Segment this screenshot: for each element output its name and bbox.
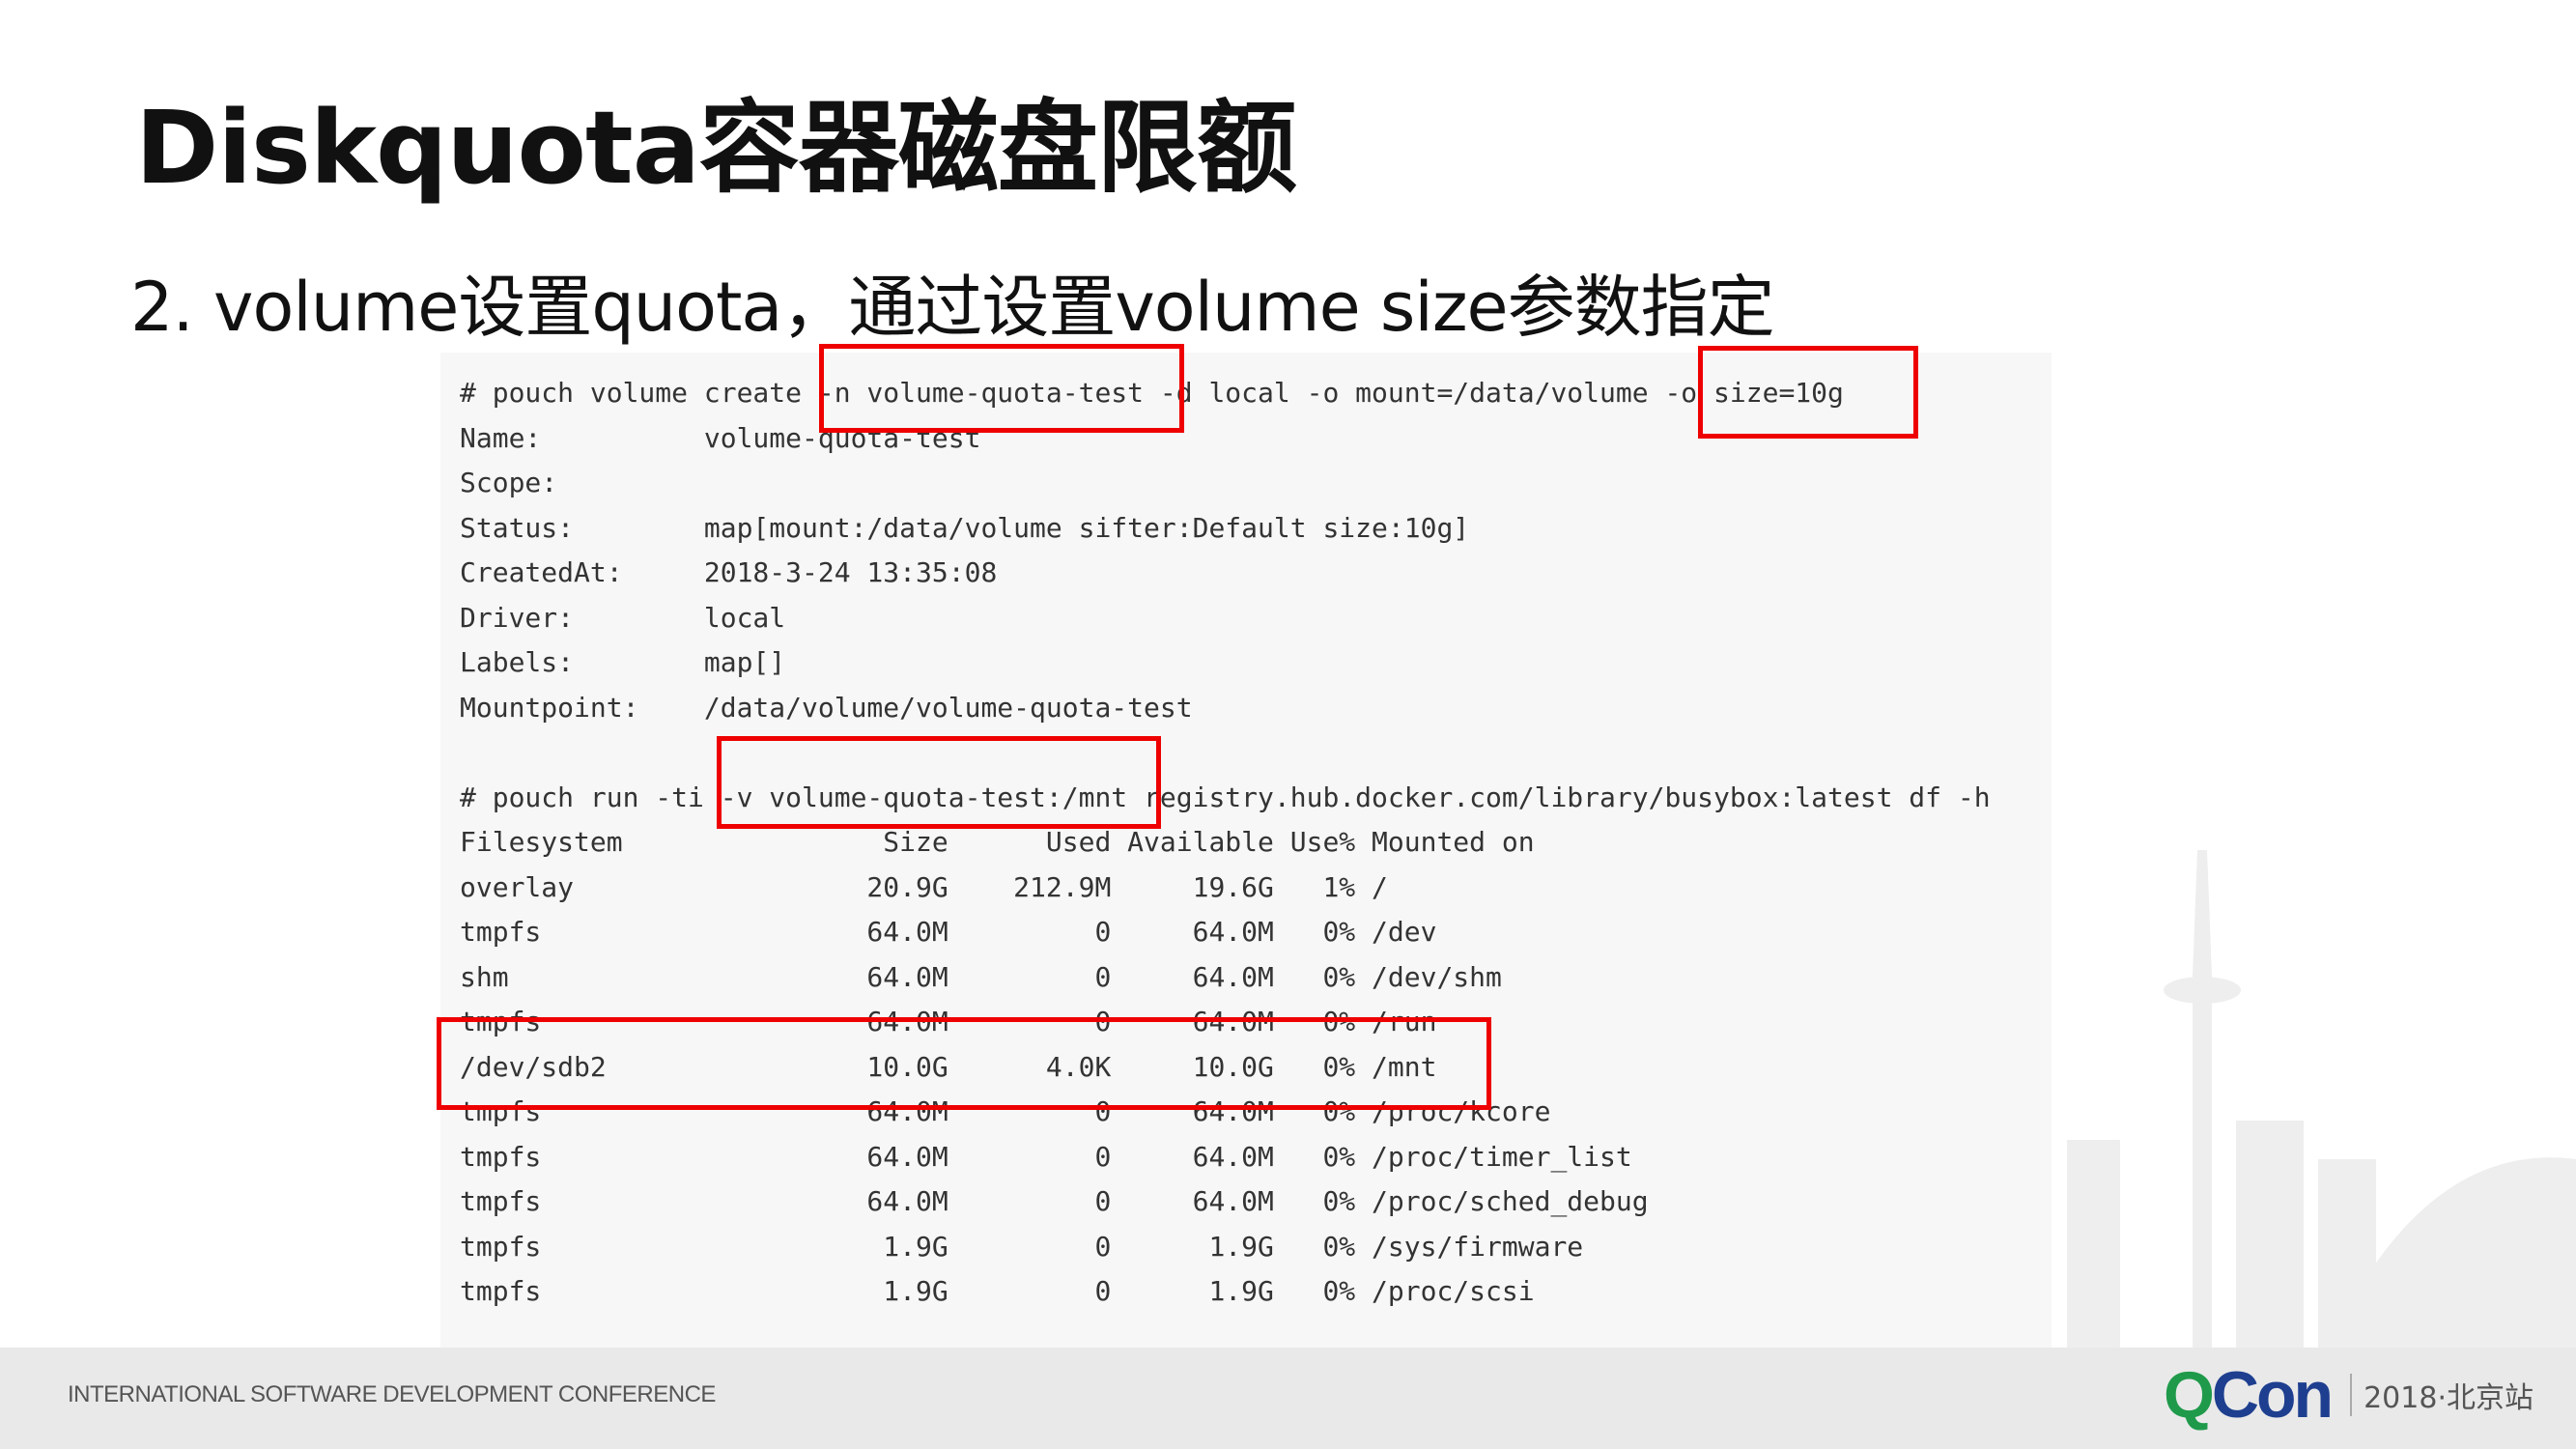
event-label: 2018·北京站 [2350, 1374, 2534, 1416]
terminal-line: Driver: local [460, 601, 786, 634]
city-skyline-icon [2009, 850, 2576, 1348]
footer-bar: INTERNATIONAL SOFTWARE DEVELOPMENT CONFE… [0, 1348, 2576, 1449]
highlight-volume-mount-flag [717, 736, 1161, 829]
df-row: tmpfs 1.9G 0 1.9G 0% /sys/firmware [460, 1230, 1584, 1263]
terminal-line: Status: map[mount:/data/volume sifter:De… [460, 511, 1470, 544]
terminal-line: CreatedAt: 2018-3-24 13:35:08 [460, 556, 998, 588]
conference-name: INTERNATIONAL SOFTWARE DEVELOPMENT CONFE… [68, 1381, 716, 1407]
qcon-logo: Q Con 2018·北京站 [2164, 1358, 2534, 1432]
terminal-line: Scope: [460, 467, 558, 498]
df-row: tmpfs 1.9G 0 1.9G 0% /proc/scsi [460, 1275, 1535, 1307]
terminal-output: # pouch volume create -n volume-quota-te… [440, 353, 2052, 1348]
slide-title: Diskquota容器磁盘限额 [135, 89, 1297, 207]
terminal-line: Labels: map[] [460, 646, 786, 678]
df-row: overlay 20.9G 212.9M 19.6G 1% / [460, 870, 1388, 903]
slide-subtitle: 2. volume设置quota，通过设置volume size参数指定 [130, 268, 1775, 347]
highlight-size-option [1698, 346, 1918, 439]
highlight-volume-name-flag [819, 344, 1184, 433]
df-row: shm 64.0M 0 64.0M 0% /dev/shm [460, 960, 1502, 993]
df-row: tmpfs 64.0M 0 64.0M 0% /dev [460, 916, 1437, 948]
highlight-sdb2-row [437, 1017, 1491, 1110]
df-row: tmpfs 64.0M 0 64.0M 0% /proc/timer_list [460, 1140, 1632, 1173]
command-pouch-run: # pouch run -ti -v volume-quota-test:/mn… [460, 781, 1991, 813]
logo-con: Con [2211, 1358, 2334, 1432]
df-row: tmpfs 64.0M 0 64.0M 0% /proc/sched_debug [460, 1185, 1649, 1217]
logo-q: Q [2164, 1358, 2215, 1432]
terminal-line: Mountpoint: /data/volume/volume-quota-te… [460, 691, 1193, 724]
